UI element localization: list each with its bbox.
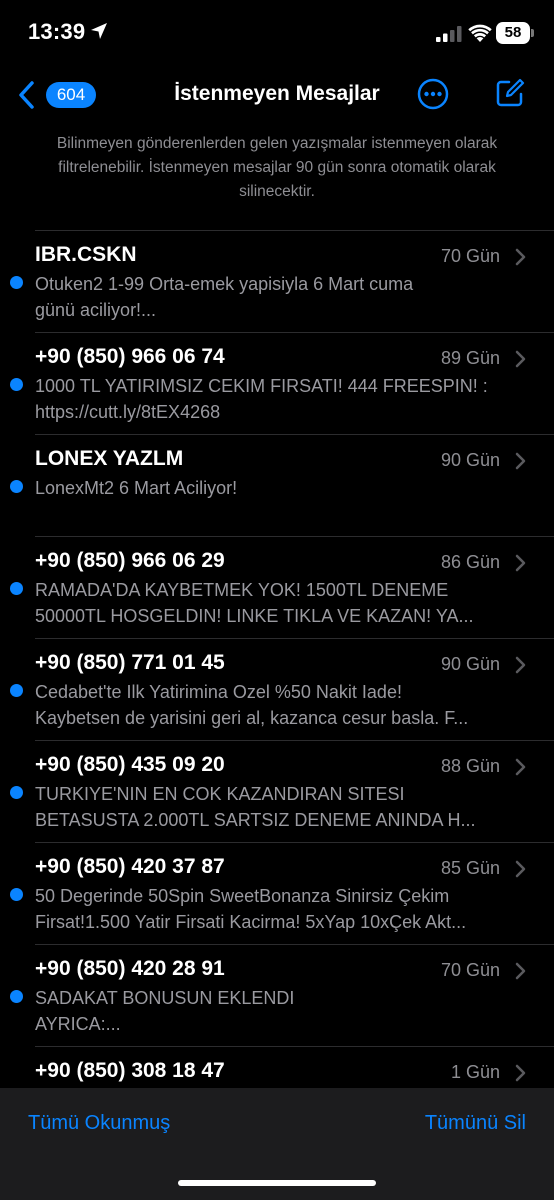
message-date: 1 Gün: [450, 1062, 500, 1082]
message-row[interactable]: +90 (850) 308 18 47 1 Gün: [0, 1046, 554, 1088]
chevron-right-icon: [515, 962, 526, 980]
mark-all-read-button[interactable]: Tümü Okunmuş: [28, 1112, 170, 1135]
preview-line-1: TURKIYE'NIN EN COK KAZANDIRAN SITESI: [35, 784, 405, 804]
chevron-right-icon: [515, 350, 526, 368]
preview-line-1: SADAKAT BONUSUN EKLENDI: [35, 988, 295, 1008]
screen: 13:39 58 604 İstenmeyen Mesajlar Bilinme…: [0, 0, 554, 1200]
unread-dot-icon: [10, 888, 23, 901]
back-button[interactable]: 604: [12, 78, 102, 112]
row-divider: [35, 638, 554, 639]
row-divider: [35, 944, 554, 945]
chevron-right-icon: [515, 860, 526, 878]
row-divider: [35, 332, 554, 333]
message-preview: Cedabet'te Ilk Yatirimina Ozel %50 Nakit…: [35, 679, 522, 731]
message-sender: +90 (850) 420 37 87: [35, 855, 225, 878]
chevron-left-icon: [19, 81, 34, 109]
compose-icon[interactable]: [495, 78, 525, 108]
message-sender: +90 (850) 966 06 29: [35, 549, 225, 572]
message-sender: +90 (850) 435 09 20: [35, 753, 225, 776]
preview-line-1: Otuken2 1-99 Orta-emek yapisiyla 6 Mart …: [35, 274, 414, 294]
message-date: 89 Gün: [440, 348, 500, 368]
preview-line-2: Kaybetsen de yarisini geri al, kazanca c…: [35, 708, 469, 728]
unread-dot-icon: [10, 684, 23, 697]
unread-dot-icon: [10, 276, 23, 289]
battery-nub: [531, 29, 534, 37]
preview-line-2: Firsat!1.500 Yatir Firsati Kacirma! 5xYa…: [35, 912, 467, 932]
nav-bar: 604 İstenmeyen Mesajlar: [0, 64, 554, 124]
row-divider: [35, 1046, 554, 1047]
message-date: 90 Gün: [440, 654, 500, 674]
chevron-right-icon: [515, 248, 526, 266]
message-preview: Otuken2 1-99 Orta-emek yapisiyla 6 Mart …: [35, 271, 522, 323]
preview-line-2: 50000TL HOSGELDIN! LINKE TIKLA VE KAZAN!…: [35, 606, 474, 626]
preview-line-1: RAMADA'DA KAYBETMEK YOK! 1500TL DENEME: [35, 580, 449, 600]
message-row[interactable]: +90 (850) 420 28 91 70 Gün SADAKAT BONUSUN…: [0, 944, 554, 1046]
delete-all-button[interactable]: Tümünü Sil: [425, 1112, 526, 1135]
message-date: 70 Gün: [440, 960, 500, 980]
more-options-icon[interactable]: [417, 78, 449, 110]
message-row[interactable]: +90 (850) 435 09 20 88 Gün TURKIYE'NIN EN …: [0, 740, 554, 842]
row-divider: [35, 740, 554, 741]
message-preview: RAMADA'DA KAYBETMEK YOK! 1500TL DENEME 50…: [35, 577, 522, 629]
preview-line-2: günü aciliyor!...: [35, 300, 157, 320]
unread-count-badge: 604: [46, 82, 96, 108]
message-preview: TURKIYE'NIN EN COK KAZANDIRAN SITESI BETA…: [35, 781, 522, 833]
message-row[interactable]: IBR.CSKN 70 Gün Otuken2 1-99 Orta-emek yap…: [0, 230, 554, 332]
location-arrow-icon: [91, 23, 107, 39]
home-indicator: [178, 1180, 376, 1186]
message-sender: +90 (850) 308 18 47: [35, 1059, 225, 1082]
message-date: 88 Gün: [440, 756, 500, 776]
battery-indicator: 58: [496, 22, 534, 44]
preview-line-2: https://cutt.ly/8tEX4268: [35, 402, 221, 422]
preview-line-1: 1000 TL YATIRIMSIZ CEKIM FIRSATI! 444 FR…: [35, 376, 488, 396]
row-divider: [35, 536, 554, 537]
message-list: IBR.CSKN 70 Gün Otuken2 1-99 Orta-emek yap…: [0, 230, 554, 1088]
row-divider: [35, 842, 554, 843]
unread-dot-icon: [10, 582, 23, 595]
chevron-right-icon: [515, 656, 526, 674]
message-sender: +90 (850) 420 28 91: [35, 957, 225, 980]
message-date: 70 Gün: [440, 246, 500, 266]
status-time: 13:39: [28, 19, 86, 44]
message-preview: SADAKAT BONUSUN EKLENDI AYRICA:...: [35, 985, 522, 1037]
row-divider: [35, 230, 554, 231]
message-sender: IBR.CSKN: [35, 243, 137, 266]
unread-dot-icon: [10, 786, 23, 799]
cellular-signal-icon: [436, 26, 462, 42]
wifi-icon: [468, 24, 492, 42]
preview-line-1: LonexMt2 6 Mart Aciliyor!: [35, 478, 238, 498]
unread-dot-icon: [10, 378, 23, 391]
battery-level: 58: [504, 24, 522, 41]
preview-line-1: Cedabet'te Ilk Yatirimina Ozel %50 Nakit…: [35, 682, 402, 702]
message-date: 90 Gün: [440, 450, 500, 470]
preview-line-1: 50 Degerinde 50Spin SweetBonanza Sinirsi…: [35, 886, 450, 906]
message-row[interactable]: +90 (850) 771 01 45 90 Gün Cedabet'te Ilk …: [0, 638, 554, 740]
message-date: 85 Gün: [440, 858, 500, 878]
chevron-right-icon: [515, 452, 526, 470]
unread-dot-icon: [10, 990, 23, 1003]
page-title: İstenmeyen Mesajlar: [174, 82, 380, 105]
chevron-right-icon: [515, 554, 526, 572]
message-sender: LONEX YAZLM: [35, 447, 184, 470]
message-sender: +90 (850) 966 06 74: [35, 345, 225, 368]
message-row[interactable]: +90 (850) 966 06 29 86 Gün RAMADA'DA KAYBE…: [0, 536, 554, 638]
message-date: 86 Gün: [440, 552, 500, 572]
message-preview: 1000 TL YATIRIMSIZ CEKIM FIRSATI! 444 FR…: [35, 373, 522, 425]
preview-line-2: AYRICA:...: [35, 1014, 121, 1034]
message-row[interactable]: +90 (850) 420 37 87 85 Gün 50 Degerinde 50…: [0, 842, 554, 944]
message-sender: +90 (850) 771 01 45: [35, 651, 225, 674]
message-row[interactable]: LONEX YAZLM 90 Gün LonexMt2 6 Mart Aciliyo…: [0, 434, 554, 536]
unread-dot-icon: [10, 480, 23, 493]
message-preview: 50 Degerinde 50Spin SweetBonanza Sinirsi…: [35, 883, 522, 935]
message-row[interactable]: +90 (850) 966 06 74 89 Gün 1000 TL YATIRIM…: [0, 332, 554, 434]
row-divider: [35, 434, 554, 435]
junk-filter-info: Bilinmeyen gönderenlerden gelen yazışmal…: [56, 135, 498, 200]
status-bar: 13:39 58: [0, 0, 554, 64]
preview-line-2: BETASUSTA 2.000TL SARTSIZ DENEME ANINDA …: [35, 810, 476, 830]
message-preview: LonexMt2 6 Mart Aciliyor!: [35, 475, 522, 527]
chevron-right-icon: [515, 758, 526, 776]
chevron-right-icon: [515, 1064, 526, 1082]
bottom-toolbar: Tümü Okunmuş Tümünü Sil: [0, 1088, 554, 1200]
